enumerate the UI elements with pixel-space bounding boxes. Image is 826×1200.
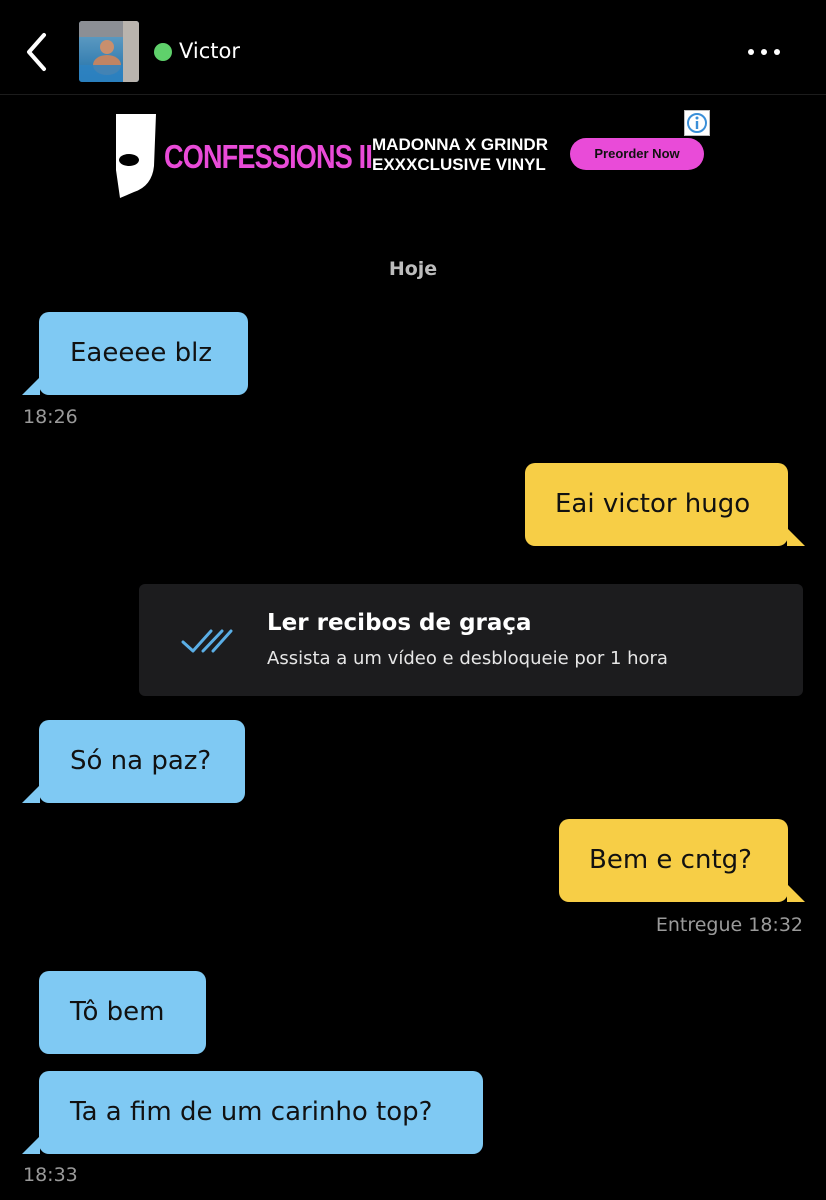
ad-info-button[interactable] [684, 110, 710, 136]
receipts-title: Ler recibos de graça [267, 610, 532, 636]
back-button[interactable] [18, 30, 54, 74]
more-horizontal-icon [748, 49, 780, 55]
delivery-status: Entregue 18:32 [655, 914, 803, 936]
bubble-tail [787, 528, 805, 546]
grindr-mask-logo [112, 110, 158, 202]
ad-subtitle-line1: MADONNA X GRINDR [372, 135, 548, 154]
message-text: Ta a fim de um carinho top? [70, 1097, 433, 1127]
online-status-indicator [154, 43, 172, 61]
message-incoming[interactable]: Só na paz? [22, 720, 245, 803]
message-timestamp: 18:26 [23, 406, 78, 428]
more-options-button[interactable] [744, 40, 784, 64]
receipts-subtitle: Assista a um vídeo e desbloqueie por 1 h… [267, 648, 668, 669]
message-outgoing[interactable]: Bem e cntg? [559, 819, 805, 902]
contact-name[interactable]: Victor [179, 39, 240, 63]
message-incoming[interactable]: Ta a fim de um carinho top? [22, 1071, 483, 1154]
message-incoming[interactable]: Eaeeee blz [22, 312, 248, 395]
bubble-tail [787, 884, 805, 902]
message-text: Tô bem [70, 997, 165, 1027]
double-check-icon [181, 626, 233, 660]
message-text: Eai victor hugo [555, 489, 751, 519]
ad-banner[interactable]: CONFESSIONS II MADONNA X GRINDR EXXXCLUS… [104, 106, 724, 202]
date-separator: Hoje [388, 258, 438, 280]
read-receipts-promo[interactable]: Ler recibos de graça Assista a um vídeo … [139, 584, 803, 696]
bubble-tail [22, 1136, 40, 1154]
ad-preorder-button[interactable]: Preorder Now [570, 138, 704, 170]
message-text: Só na paz? [70, 746, 212, 776]
message-incoming[interactable]: Tô bem [39, 971, 206, 1054]
chevron-left-icon [27, 33, 46, 71]
avatar[interactable] [79, 21, 139, 82]
bubble-tail [22, 785, 40, 803]
ad-subtitle-line2: EXXXCLUSIVE VINYL [372, 155, 546, 174]
message-text: Bem e cntg? [589, 845, 752, 875]
chat-header: Victor [0, 0, 826, 95]
message-text: Eaeeee blz [70, 338, 212, 368]
message-outgoing[interactable]: Eai victor hugo [525, 463, 805, 546]
ad-title: CONFESSIONS II [164, 138, 373, 175]
bubble-tail [22, 377, 40, 395]
info-icon [687, 113, 707, 133]
message-timestamp: 18:33 [23, 1164, 78, 1186]
ad-subtitle: MADONNA X GRINDR EXXXCLUSIVE VINYL [372, 135, 548, 175]
